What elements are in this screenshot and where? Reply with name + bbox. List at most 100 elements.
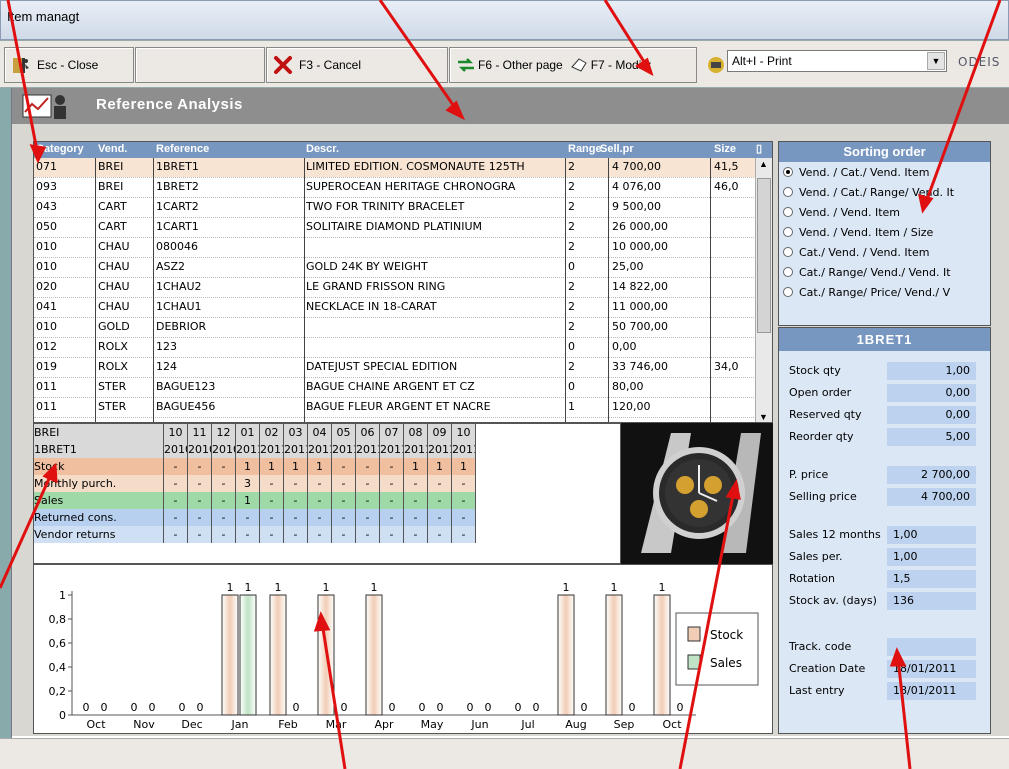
col-divider <box>153 158 154 422</box>
cell-descr <box>306 240 564 257</box>
year-header: 2011 <box>356 441 380 458</box>
history-cell: - <box>404 509 428 526</box>
cell-reference: BAGUE123 <box>156 380 216 393</box>
col-reference[interactable]: Reference <box>156 143 296 155</box>
table-row[interactable]: 011 STER BAGUE123 BAGUE CHAINE ARGENT ET CZ… <box>34 378 772 397</box>
sort-option[interactable]: Cat./ Range/ Vend./ Vend. It <box>779 266 989 284</box>
data-label: 0 <box>389 701 396 714</box>
radio-icon[interactable] <box>783 167 793 177</box>
radio-icon[interactable] <box>783 187 793 197</box>
sort-option[interactable]: Cat./ Vend. / Vend. Item <box>779 246 989 264</box>
radio-icon[interactable] <box>783 227 793 237</box>
history-cell: 1 <box>236 458 260 475</box>
table-row[interactable]: 093 BREI 1BRET2 SUPEROCEAN HERITAGE CHRONOG… <box>34 178 772 197</box>
info-label: Stock av. (days) <box>789 594 877 607</box>
data-label: 0 <box>515 701 522 714</box>
data-label: 1 <box>659 581 666 594</box>
table-row[interactable]: 050 CART 1CART1 SOLITAIRE DIAMOND PLATINIUM… <box>34 218 772 237</box>
grid-scrollbar[interactable]: ▲ ▼ <box>755 158 772 422</box>
reference-grid: Category Vend. Reference Descr. Range Se… <box>33 141 773 423</box>
cell-size <box>714 400 754 417</box>
table-row[interactable]: 041 CHAU 1CHAU1 NECKLACE IN 18-CARAT 2 11 000… <box>34 298 772 317</box>
col-size[interactable]: Size <box>714 143 754 155</box>
history-cell: - <box>284 509 308 526</box>
info-label: Open order <box>789 386 852 399</box>
history-cell: - <box>380 475 404 492</box>
cell-vend: STER <box>98 400 127 413</box>
info-value <box>887 638 976 656</box>
info-label: P. price <box>789 468 829 481</box>
col-sell-price[interactable]: Sell.pr <box>600 143 660 155</box>
radio-icon[interactable] <box>783 287 793 297</box>
year-header: 2010 <box>212 441 236 458</box>
status-bar <box>0 738 1009 769</box>
scroll-up-icon[interactable]: ▲ <box>759 159 768 169</box>
radio-icon[interactable] <box>783 267 793 277</box>
print-select[interactable]: Alt+I - Print ▼ <box>727 50 947 72</box>
table-row[interactable]: 010 CHAU 080046 2 10 000,00 <box>34 238 772 257</box>
info-label: Sales 12 months <box>789 528 881 541</box>
month-header: 02 <box>260 424 284 441</box>
x-tick-label: Jul <box>520 718 534 731</box>
scroll-thumb[interactable] <box>757 178 771 333</box>
history-cell: - <box>188 458 212 475</box>
cell-vend: GOLD <box>98 320 130 333</box>
table-row[interactable]: 071 BREI 1BRET1 LIMITED EDITION. COSMONAUTE… <box>34 158 772 177</box>
col-category[interactable]: Category <box>36 143 96 155</box>
year-header: 2010 <box>164 441 188 458</box>
col-divider <box>608 158 609 422</box>
cell-descr: SOLITAIRE DIAMOND PLATINIUM <box>306 220 482 233</box>
table-row[interactable]: 019 ROLX 124 DATEJUST SPECIAL EDITION 2 33 74… <box>34 358 772 377</box>
sort-option[interactable]: Cat./ Range/ Price/ Vend./ V <box>779 286 989 304</box>
history-row-label: Returned cons. <box>34 509 164 526</box>
history-cell: - <box>332 509 356 526</box>
sort-option[interactable]: Vend. / Cat./ Range/ Vend. It <box>779 186 989 204</box>
history-cell: 1 <box>260 458 284 475</box>
info-label: Stock qty <box>789 364 841 377</box>
cell-reference: 1CART2 <box>156 200 199 213</box>
cell-category: 010 <box>36 240 57 253</box>
history-cell: - <box>236 509 260 526</box>
modify-button[interactable]: F7 - Modify <box>591 58 651 72</box>
history-cell: - <box>260 509 284 526</box>
sort-option[interactable]: Vend. / Vend. Item / Size <box>779 226 989 244</box>
history-cell: - <box>380 526 404 543</box>
chart-canvas: 00,20,40,60,81Oct0 0Nov0 0Dec0 0Jan1 1Feb10M… <box>49 581 759 731</box>
history-cell: - <box>428 509 452 526</box>
month-header: 07 <box>380 424 404 441</box>
data-label: 0 <box>677 701 684 714</box>
cell-vend: CHAU <box>98 300 130 313</box>
grid-header: Category Vend. Reference Descr. Range Se… <box>34 142 772 158</box>
cell-sell: 33 746,00 <box>612 360 668 373</box>
y-tick-label: 0,8 <box>49 613 67 626</box>
col-descr[interactable]: Descr. <box>306 143 506 155</box>
table-row[interactable]: 010 CHAU ASZ2 GOLD 24K BY WEIGHT 0 25,00 <box>34 258 772 277</box>
table-row[interactable]: 010 GOLD DEBRIOR 2 50 700,00 <box>34 318 772 337</box>
info-value: 18/01/2011 <box>887 660 976 678</box>
product-image <box>621 423 773 564</box>
exit-door-icon <box>13 58 29 73</box>
col-vend[interactable]: Vend. <box>98 143 150 155</box>
sort-option[interactable]: Vend. / Cat./ Vend. Item <box>779 166 989 184</box>
other-page-button[interactable]: F6 - Other page <box>478 58 563 72</box>
column-picker-icon[interactable]: ▯ <box>756 142 762 155</box>
sort-option-label: Vend. / Cat./ Range/ Vend. It <box>799 186 955 199</box>
cancel-button[interactable]: F3 - Cancel <box>266 47 448 83</box>
x-tick-label: Oct <box>662 718 682 731</box>
table-row[interactable]: 020 CHAU 1CHAU2 LE GRAND FRISSON RING 2 14 82… <box>34 278 772 297</box>
table-row[interactable]: 043 CART 1CART2 TWO FOR TRINITY BRACELET 2 9 … <box>34 198 772 217</box>
close-button[interactable]: Esc - Close <box>4 47 134 83</box>
cell-category: 050 <box>36 220 57 233</box>
history-cell: - <box>164 526 188 543</box>
cell-category: 019 <box>36 360 57 373</box>
info-value: 0,00 <box>887 384 976 402</box>
table-row[interactable]: 011 STER BAGUE456 BAGUE FLEUR ARGENT ET NAC… <box>34 398 772 417</box>
radio-icon[interactable] <box>783 207 793 217</box>
x-tick-label: Nov <box>133 718 155 731</box>
sort-option[interactable]: Vend. / Vend. Item <box>779 206 989 224</box>
radio-icon[interactable] <box>783 247 793 257</box>
table-row[interactable]: 012 ROLX 123 0 0,00 <box>34 338 772 357</box>
month-header: 11 <box>188 424 212 441</box>
scroll-down-icon[interactable]: ▼ <box>759 412 768 422</box>
chevron-down-icon[interactable]: ▼ <box>927 52 945 70</box>
